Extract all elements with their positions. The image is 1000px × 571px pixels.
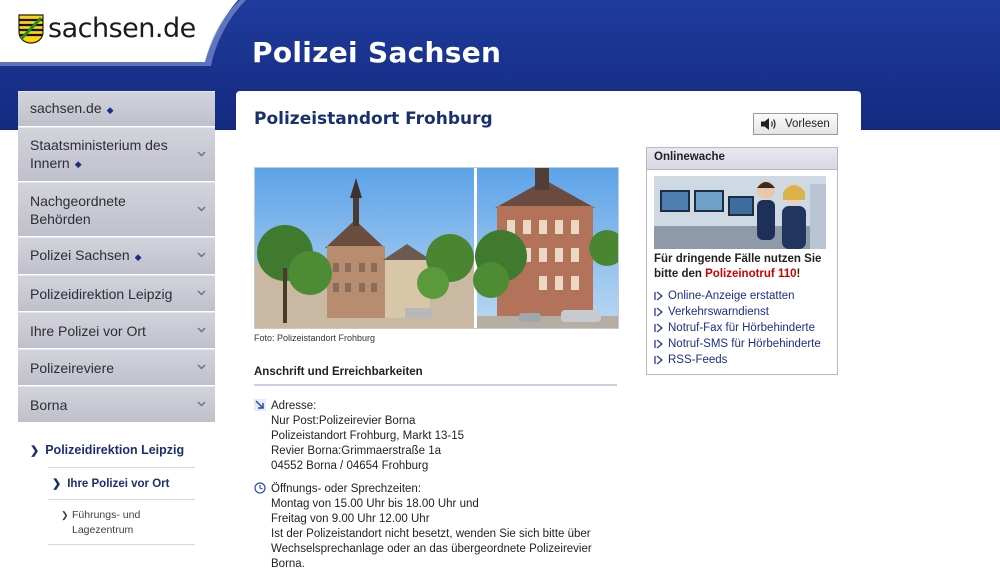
onlinewache-box: Onlinewache Für dringende Fälle nutzen S… — [646, 147, 838, 375]
vorlesen-label: Vorlesen — [785, 118, 830, 130]
sidebar-item-staatsministerium[interactable]: Staatsministerium des Innern ◆ — [18, 127, 215, 182]
police-operators-photo — [654, 176, 826, 249]
onlinewache-heading: Onlinewache — [647, 148, 837, 170]
link-online-anzeige[interactable]: Online-Anzeige erstatten — [654, 288, 821, 304]
sidebar-item-borna[interactable]: Borna — [18, 386, 215, 423]
onlinewache-links: Online-Anzeige erstatten Verkehrswarndie… — [654, 288, 821, 368]
sidebar-item-label: Staatsministerium des Innern — [30, 136, 168, 171]
address-line: 04552 Borna / 04654 Frohburg — [271, 460, 429, 472]
link-notruf-sms[interactable]: Notruf-SMS für Hörbehinderte — [654, 336, 821, 352]
sidebar-subnavigation: ❯ Polizeidirektion Leipzig ❯ Ihre Polize… — [18, 423, 215, 545]
link-verkehrswarndienst[interactable]: Verkehrswarndienst — [654, 304, 821, 320]
link-arrow-icon — [654, 307, 663, 317]
sidebar-item-label: Borna — [30, 396, 68, 413]
subnav-label-line2: Lagezentrum — [72, 524, 134, 536]
sidebar-item-label: Polizeireviere — [30, 359, 115, 376]
chevron-right-icon: ❯ — [52, 478, 62, 490]
emergency-text-1: Für dringende Fälle nutzen Sie — [654, 253, 822, 265]
photo-caption: Foto: Polizeistandort Frohburg — [254, 333, 376, 343]
diamond-icon: ◆ — [134, 251, 142, 262]
section-heading: Anschrift und Erreichbarkeiten — [254, 366, 423, 378]
divider — [48, 544, 195, 545]
address-label: Adresse: — [271, 400, 317, 412]
address-block: Adresse: Nur Post:Polizeirevier Borna Po… — [254, 399, 464, 474]
section-divider — [254, 384, 617, 386]
emergency-text-2: bitte den — [654, 268, 706, 280]
link-label: Online-Anzeige erstatten — [668, 290, 795, 302]
hours-line: Borna. — [271, 558, 305, 570]
opening-hours-block: Öffnungs- oder Sprechzeiten: Montag von … — [254, 482, 592, 571]
subnav-polizeidirektion-leipzig[interactable]: ❯ Polizeidirektion Leipzig — [18, 433, 215, 467]
sidebar-item-polizeidirektion-leipzig[interactable]: Polizeidirektion Leipzig — [18, 275, 215, 312]
hours-line: Freitag von 9.00 Uhr 12.00 Uhr — [271, 513, 430, 525]
logo-text: sachsen.de — [48, 13, 196, 44]
chevron-down-icon[interactable] — [197, 206, 206, 212]
sidebar-item-label: Nachgeordnete Behörden — [30, 192, 126, 227]
sidebar-navigation: sachsen.de ◆ Staatsministerium des Innern… — [18, 91, 215, 571]
emergency-text-end: ! — [796, 268, 801, 280]
link-arrow-icon — [654, 323, 663, 333]
address-arrow-icon — [254, 399, 266, 411]
address-line: Nur Post:Polizeirevier Borna — [271, 415, 416, 427]
link-rss-feeds[interactable]: RSS-Feeds — [654, 352, 821, 368]
chevron-down-icon[interactable] — [197, 327, 206, 333]
sidebar-item-sachsen-de[interactable]: sachsen.de ◆ — [18, 91, 215, 127]
address-line: Polizeistandort Frohburg, Markt 13-15 — [271, 430, 465, 442]
subnav-label: Ihre Polizei vor Ort — [67, 477, 170, 490]
page-title: Polizeistandort Frohburg — [254, 109, 493, 129]
subnav-label-line1: Führungs- und — [72, 509, 141, 521]
link-arrow-icon — [654, 291, 663, 301]
sidebar-item-label: sachsen.de — [30, 100, 102, 117]
chevron-down-icon[interactable] — [197, 401, 206, 407]
link-label: Notruf-SMS für Hörbehinderte — [668, 338, 821, 350]
main-content: Polizeistandort Frohburg Vorlesen Foto: … — [236, 91, 861, 571]
clock-icon — [254, 482, 266, 494]
subnav-label: Polizeidirektion Leipzig — [45, 443, 185, 457]
hours-line: Ist der Polizeistandort nicht besetzt, w… — [271, 528, 591, 540]
link-label: RSS-Feeds — [668, 354, 728, 366]
address-line: Revier Borna:Grimmaerstraße 1a — [271, 445, 441, 457]
link-notruf-fax[interactable]: Notruf-Fax für Hörbehinderte — [654, 320, 821, 336]
hours-line: Wechselsprechanlage oder an das übergeor… — [271, 543, 592, 555]
sidebar-item-label: Polizeidirektion Leipzig — [30, 285, 173, 302]
site-title: Polizei Sachsen — [252, 36, 502, 69]
speaker-icon — [761, 118, 776, 130]
hours-line: Montag von 15.00 Uhr bis 18.00 Uhr und — [271, 498, 479, 510]
sidebar-item-polizei-sachsen[interactable]: Polizei Sachsen ◆ — [18, 237, 215, 275]
hours-label: Öffnungs- oder Sprechzeiten: — [271, 483, 422, 495]
subnav-fuehrungs-und-lagezentrum[interactable]: ❯ Führungs- und Lagezentrum — [18, 500, 215, 544]
diamond-icon: ◆ — [106, 104, 114, 115]
sidebar-item-nachgeordnete-behoerden[interactable]: Nachgeordnete Behörden — [18, 182, 215, 237]
sidebar-item-polizeireviere[interactable]: Polizeireviere — [18, 349, 215, 386]
subnav-ihre-polizei-vor-ort[interactable]: ❯ Ihre Polizei vor Ort — [18, 468, 215, 499]
saxony-crest-icon — [18, 13, 44, 44]
link-label: Notruf-Fax für Hörbehinderte — [668, 322, 816, 334]
sachsen-logo[interactable]: sachsen.de — [18, 13, 196, 44]
building-photo — [254, 167, 619, 329]
chevron-right-icon: ❯ — [30, 444, 40, 457]
chevron-down-icon[interactable] — [197, 151, 206, 157]
sidebar-item-label: Ihre Polizei vor Ort — [30, 322, 146, 339]
emergency-notice: Für dringende Fälle nutzen Sie bitte den… — [654, 252, 836, 282]
emergency-number: Polizeinotruf 110 — [705, 268, 797, 280]
chevron-down-icon[interactable] — [197, 364, 206, 370]
vorlesen-button[interactable]: Vorlesen — [753, 113, 838, 135]
sidebar-item-label: Polizei Sachsen — [30, 247, 130, 264]
link-arrow-icon — [654, 355, 663, 365]
sidebar-item-ihre-polizei-vor-ort[interactable]: Ihre Polizei vor Ort — [18, 312, 215, 349]
diamond-icon: ◆ — [74, 159, 82, 170]
chevron-down-icon[interactable] — [197, 290, 206, 296]
link-label: Verkehrswarndienst — [668, 306, 769, 318]
chevron-right-icon: ❯ — [61, 510, 69, 520]
link-arrow-icon — [654, 339, 663, 349]
chevron-down-icon[interactable] — [197, 252, 206, 258]
